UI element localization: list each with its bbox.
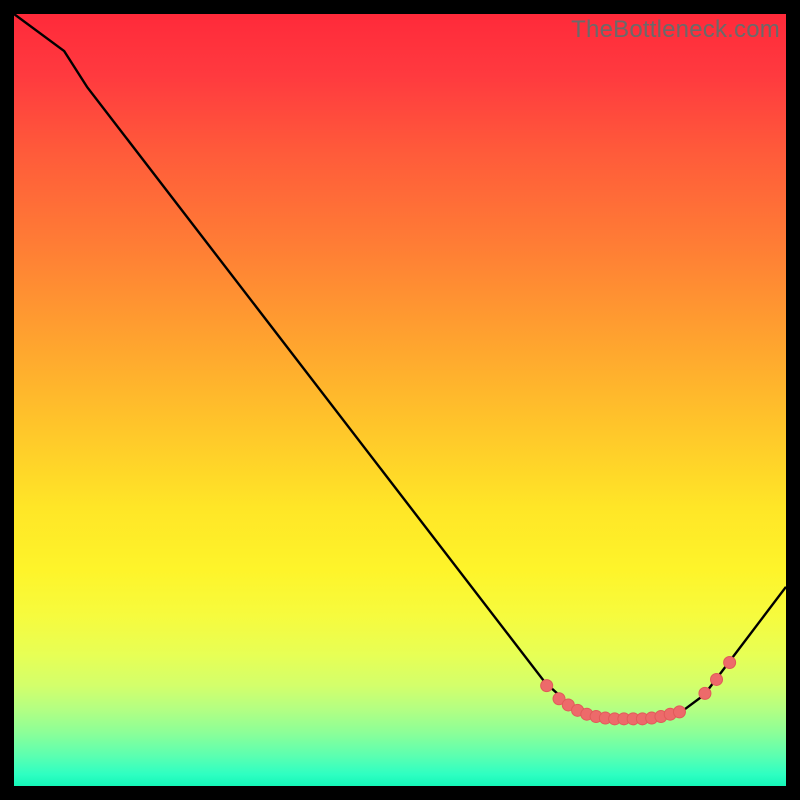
data-marker [724,656,736,668]
chart-svg [14,14,786,786]
data-markers [541,656,736,724]
data-marker [541,680,553,692]
data-marker [699,687,711,699]
data-marker [711,673,723,685]
chart-frame: TheBottleneck.com [14,14,786,786]
data-marker [673,706,685,718]
main-curve [14,14,786,718]
